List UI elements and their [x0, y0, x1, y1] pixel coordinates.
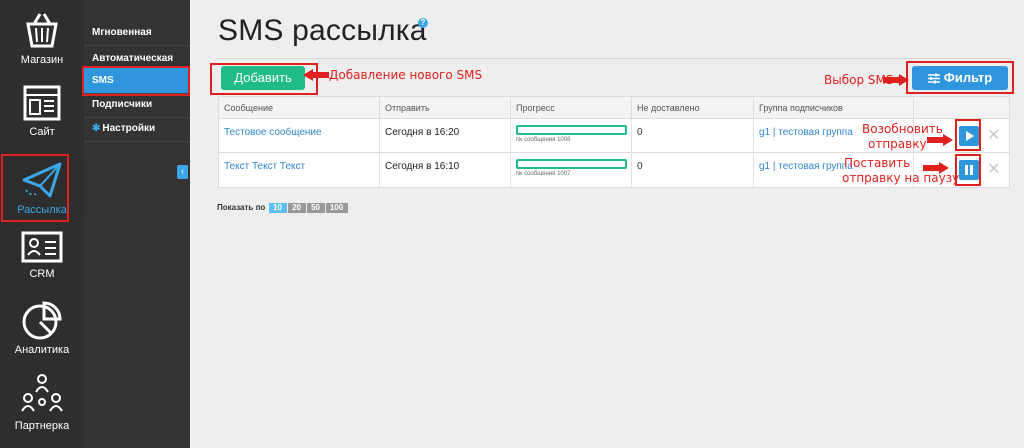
cell-not-delivered: 0	[632, 119, 754, 153]
rail-label: Магазин	[20, 54, 64, 66]
table-header: Сообщение Отправить Прогресс Не доставле…	[219, 97, 1009, 119]
annotation-arrow-icon	[927, 134, 953, 146]
cell-progress: № сообщения 1008	[511, 119, 632, 153]
rail-item-partners[interactable]: Партнерка	[0, 372, 84, 432]
network-icon	[21, 374, 63, 412]
rail-item-mailing[interactable]: Рассылка	[0, 160, 84, 216]
rail-label: Партнерка	[14, 420, 70, 432]
resume-sending-button[interactable]	[959, 126, 979, 146]
submenu-item-settings[interactable]: ✱ Настройки	[84, 116, 190, 142]
page-title: SMS рассылка	[218, 14, 427, 47]
rail-label: Рассылка	[17, 204, 67, 216]
not-delivered-count: 0	[637, 127, 643, 138]
cell-send: Сегодня в 16:10	[380, 153, 511, 187]
rail-item-shop[interactable]: Магазин	[0, 10, 84, 66]
column-header-not-delivered[interactable]: Не доставлено	[632, 97, 754, 119]
not-delivered-count: 0	[637, 161, 643, 172]
rail-item-analytics[interactable]: Аналитика	[0, 300, 84, 356]
website-icon	[23, 85, 61, 121]
help-icon[interactable]: ?	[418, 18, 428, 28]
cell-message: Тестовое сообщение	[219, 119, 380, 153]
column-header-send[interactable]: Отправить	[380, 97, 511, 119]
paper-plane-icon	[22, 162, 62, 198]
column-header-progress[interactable]: Прогресс	[511, 97, 632, 119]
send-time: Сегодня в 16:20	[385, 127, 460, 138]
resume-annotation-line2: отправку	[868, 137, 927, 151]
pause-sending-button[interactable]	[959, 160, 979, 180]
main-nav-rail: Магазин Сайт Рассылка CRM Аналитика Парт…	[0, 0, 84, 448]
delete-icon[interactable]: ✕	[987, 162, 1000, 178]
rail-label: Сайт	[29, 126, 55, 138]
progress-bar	[516, 125, 627, 135]
rail-item-crm[interactable]: CRM	[0, 230, 84, 280]
progress-bar	[516, 159, 627, 169]
page-size-label: Показать по	[217, 203, 266, 212]
submenu-item-subscribers[interactable]: Подписчики	[84, 92, 190, 118]
add-annotation: Добавление нового SMS	[329, 68, 483, 82]
delete-icon[interactable]: ✕	[987, 128, 1000, 144]
sliders-icon	[927, 73, 940, 84]
page-size-selector: Показать по 10 20 50 100	[217, 203, 348, 213]
page-size-option[interactable]: 10	[268, 203, 287, 213]
title-divider	[216, 58, 1012, 59]
message-link[interactable]: Текст Текст Текст	[224, 161, 379, 172]
progress-label: № сообщения 1007	[516, 171, 571, 177]
cell-not-delivered: 0	[632, 153, 754, 187]
progress-label: № сообщения 1008	[516, 137, 571, 143]
pause-annotation-line1: Поставить	[844, 156, 911, 170]
cell-progress: № сообщения 1007	[511, 153, 632, 187]
message-link[interactable]: Тестовое сообщение	[224, 127, 379, 138]
rail-label: CRM	[29, 268, 55, 280]
basket-icon	[26, 13, 58, 48]
main-content: SMS рассылка ? Добавить Добавление новог…	[190, 0, 1024, 448]
collapse-sidebar-button[interactable]: ‹	[177, 165, 188, 179]
gear-icon: ✱	[92, 123, 101, 134]
filter-button[interactable]: Фильтр	[912, 66, 1008, 90]
send-time: Сегодня в 16:10	[385, 161, 460, 172]
pie-chart-icon	[22, 301, 62, 340]
annotation-arrow-icon	[303, 69, 329, 81]
add-sms-button[interactable]: Добавить	[221, 66, 305, 90]
rail-item-site[interactable]: Сайт	[0, 84, 84, 138]
annotation-arrow-icon	[923, 162, 949, 174]
filter-button-label: Фильтр	[943, 70, 993, 85]
page-size-option[interactable]: 20	[287, 203, 306, 213]
mailing-submenu: Мгновенная Автоматическая SMS Подписчики…	[84, 0, 190, 448]
submenu-item-instant[interactable]: Мгновенная	[84, 20, 190, 46]
cell-message: Текст Текст Текст	[219, 153, 380, 187]
submenu-item-sms[interactable]: SMS	[84, 68, 190, 94]
page-size-option[interactable]: 100	[325, 203, 348, 213]
cell-send: Сегодня в 16:20	[380, 119, 511, 153]
contact-card-icon	[21, 231, 63, 263]
play-icon	[966, 131, 974, 141]
annotation-arrow-icon	[883, 74, 909, 86]
page-size-option[interactable]: 50	[306, 203, 325, 213]
column-header-group[interactable]: Группа подписчиков	[754, 97, 914, 119]
submenu-settings-label: Настройки	[102, 123, 156, 134]
pause-icon	[965, 165, 973, 175]
column-header-message[interactable]: Сообщение	[219, 97, 380, 119]
rail-label: Аналитика	[14, 344, 70, 356]
